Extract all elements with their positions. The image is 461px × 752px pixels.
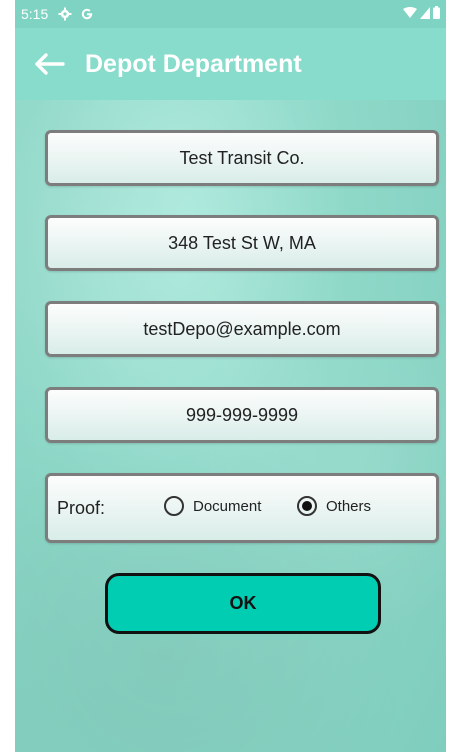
radio-checked-icon (297, 496, 317, 516)
company-name-field-box (45, 130, 439, 186)
ok-button-label: OK (229, 593, 257, 613)
battery-icon (433, 6, 440, 19)
email-field-box (45, 301, 439, 357)
wifi-icon (403, 6, 417, 18)
proof-option-document[interactable]: Document (164, 496, 261, 516)
status-bar: 5:15 (15, 0, 446, 28)
company-name-field[interactable] (48, 133, 436, 183)
signal-icon (420, 6, 430, 19)
address-field[interactable] (48, 218, 436, 268)
back-button[interactable] (29, 44, 69, 84)
google-g-icon (82, 8, 93, 20)
app-screen: 5:15 Depot Department Test Transit Co. 3… (15, 0, 446, 752)
email-field[interactable] (48, 304, 436, 354)
settings-gear-icon (58, 7, 72, 21)
status-time: 5:15 (21, 6, 49, 22)
radio-unchecked-icon (164, 496, 184, 516)
phone-field-box (45, 387, 439, 443)
ok-button[interactable]: OK (105, 573, 381, 634)
proof-option-others-label: Others (326, 497, 372, 515)
back-arrow-icon (35, 53, 65, 75)
app-bar: Depot Department (15, 28, 446, 100)
proof-label: Proof: (57, 498, 106, 518)
page-title: Depot Department (85, 49, 302, 78)
proof-selector: Proof: Document Others (45, 473, 439, 543)
phone-field[interactable] (48, 390, 436, 440)
address-field-box (45, 215, 439, 271)
proof-option-others[interactable]: Others (297, 496, 371, 516)
proof-option-document-label: Document (193, 497, 262, 515)
